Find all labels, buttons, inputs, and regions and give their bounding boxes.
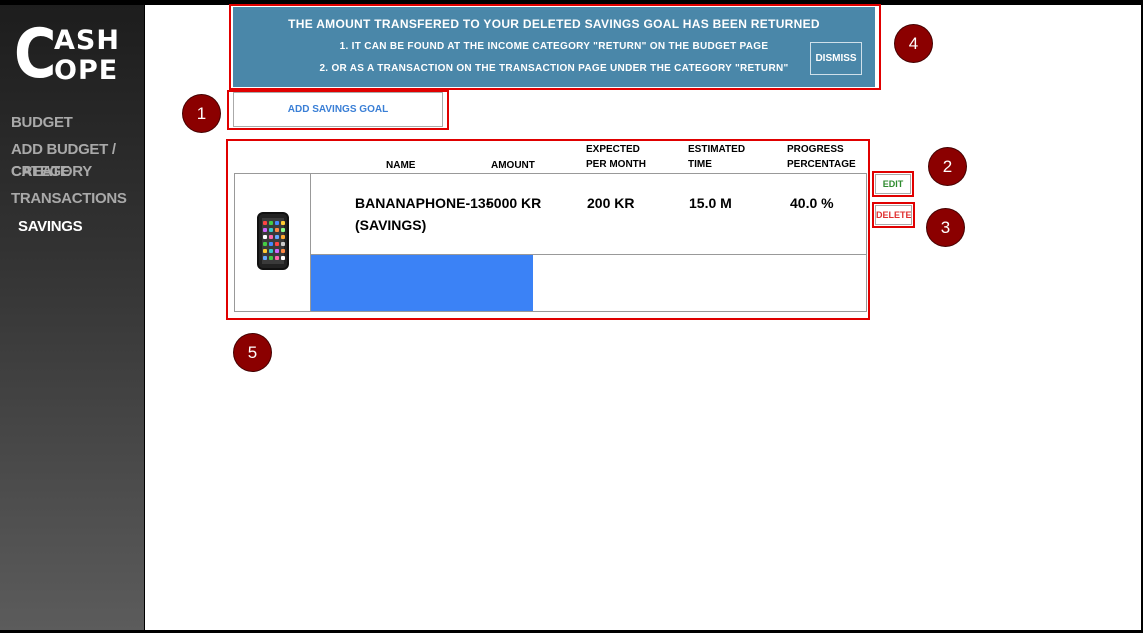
annotation-marker-2: 2 [929, 148, 966, 185]
logo-line-1: ASH [54, 25, 120, 56]
sidebar-item-transactions[interactable]: TRANSACTIONS [11, 188, 127, 210]
sidebar-item-savings[interactable]: SAVINGS [18, 216, 83, 238]
sidebar-item-budget[interactable]: BUDGET [11, 112, 73, 134]
logo-big-letter: C [14, 15, 57, 94]
annotation-marker-5: 5 [234, 334, 271, 371]
highlight-outline-5 [226, 139, 870, 320]
cash-cope-logo: C ASH OPE [14, 21, 124, 89]
sidebar-item-create-category[interactable]: CATEGORY [11, 161, 92, 183]
annotation-marker-4: 4 [895, 25, 932, 62]
highlight-outline-3 [872, 202, 915, 228]
annotation-marker-1: 1 [183, 95, 220, 132]
highlight-outline-1 [227, 90, 449, 130]
annotation-marker-3: 3 [927, 209, 964, 246]
highlight-outline-2 [872, 171, 914, 197]
sidebar: C ASH OPE BUDGET ADD BUDGET / CREATE CAT… [0, 0, 145, 633]
logo-line-2: OPE [54, 55, 119, 86]
highlight-outline-4 [229, 4, 881, 90]
